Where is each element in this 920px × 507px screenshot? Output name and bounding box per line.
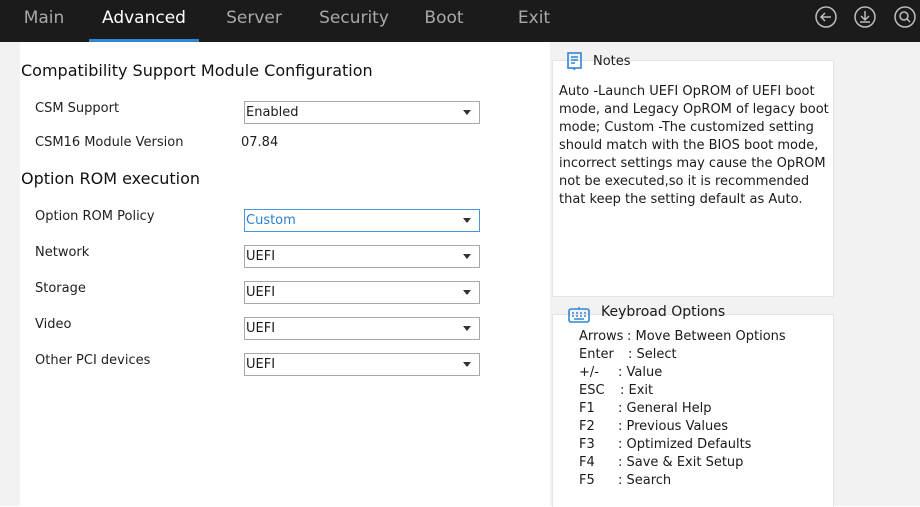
csm-support-value: Enabled (246, 105, 299, 120)
kb-desc: : Exit (620, 383, 654, 398)
kb-key: F4 (579, 455, 595, 470)
oprom-policy-select[interactable]: Custom (244, 209, 480, 232)
oprom-policy-value: Custom (246, 213, 296, 228)
network-select[interactable]: UEFI (244, 245, 480, 268)
kb-key: Arrows (579, 329, 624, 344)
oprom-policy-label: Option ROM Policy (35, 209, 155, 224)
video-value: UEFI (246, 321, 276, 336)
tab-main[interactable]: Main (14, 0, 74, 42)
kb-key: F3 (579, 437, 595, 452)
kb-desc: : Save & Exit Setup (618, 455, 744, 470)
kb-row-value: +/- : Value (579, 365, 662, 380)
csm-support-label: CSM Support (35, 101, 120, 116)
chevron-down-icon (463, 218, 471, 223)
kb-key: F2 (579, 419, 595, 434)
storage-select[interactable]: UEFI (244, 281, 480, 304)
network-label: Network (35, 245, 90, 260)
kb-desc: : Search (618, 473, 672, 488)
tab-advanced[interactable]: Advanced (89, 0, 199, 42)
kb-row-enter: Enter : Select (579, 347, 677, 362)
tab-security[interactable]: Security (314, 0, 394, 42)
storage-label: Storage (35, 281, 86, 296)
storage-value: UEFI (246, 285, 276, 300)
tab-exit[interactable]: Exit (512, 0, 556, 42)
other-pci-label: Other PCI devices (35, 353, 151, 368)
kb-key: Enter (579, 347, 614, 362)
chevron-down-icon (463, 290, 471, 295)
csm-section-title: Compatibility Support Module Configurati… (21, 61, 373, 80)
kb-desc: : Previous Values (618, 419, 729, 434)
keyboard-options-title: Keybroad Options (601, 304, 726, 320)
tab-advanced-label: Advanced (102, 8, 186, 28)
kb-desc: : Move Between Options (627, 329, 786, 344)
kb-row-f3: F3 : Optimized Defaults (579, 437, 751, 452)
kb-key: +/- (579, 365, 599, 380)
kb-key: ESC (579, 383, 605, 398)
notes-title: Notes (593, 54, 631, 69)
chevron-down-icon (463, 254, 471, 259)
other-pci-value: UEFI (246, 357, 276, 372)
search-icon[interactable] (894, 6, 916, 28)
other-pci-select[interactable]: UEFI (244, 353, 480, 376)
download-icon[interactable] (854, 6, 876, 28)
back-icon[interactable] (815, 6, 837, 28)
settings-panel: Compatibility Support Module Configurati… (20, 42, 550, 506)
network-value: UEFI (246, 249, 276, 264)
kb-key: F1 (579, 401, 595, 416)
tab-server[interactable]: Server (219, 0, 289, 42)
csm16-version-value: 07.84 (241, 135, 279, 150)
kb-desc: : Optimized Defaults (618, 437, 752, 452)
notes-icon (566, 52, 584, 72)
kb-row-f4: F4 : Save & Exit Setup (579, 455, 743, 470)
video-select[interactable]: UEFI (244, 317, 480, 340)
chevron-down-icon (463, 326, 471, 331)
kb-row-arrows: Arrows: Move Between Options (579, 329, 786, 344)
kb-row-f2: F2 : Previous Values (579, 419, 728, 434)
video-label: Video (35, 317, 72, 332)
csm-support-select[interactable]: Enabled (244, 101, 480, 124)
kb-desc: : Value (618, 365, 663, 380)
chevron-down-icon (463, 110, 471, 115)
keyboard-icon (568, 306, 590, 328)
kb-row-f1: F1 : General Help (579, 401, 712, 416)
kb-row-esc: ESC : Exit (579, 383, 653, 398)
csm16-version-label: CSM16 Module Version (35, 135, 184, 150)
chevron-down-icon (463, 362, 471, 367)
top-nav-bar: Main Advanced Server Security Boot Exit (0, 0, 920, 42)
kb-row-f5: F5 : Search (579, 473, 671, 488)
kb-desc: : Select (628, 347, 677, 362)
tab-boot[interactable]: Boot (419, 0, 469, 42)
notes-text: Auto -Launch UEFI OpROM of UEFI boot mod… (559, 84, 829, 207)
oprom-section-title: Option ROM execution (21, 169, 201, 188)
kb-desc: : General Help (618, 401, 712, 416)
left-margin-strip (0, 42, 20, 506)
kb-key: F5 (579, 473, 595, 488)
